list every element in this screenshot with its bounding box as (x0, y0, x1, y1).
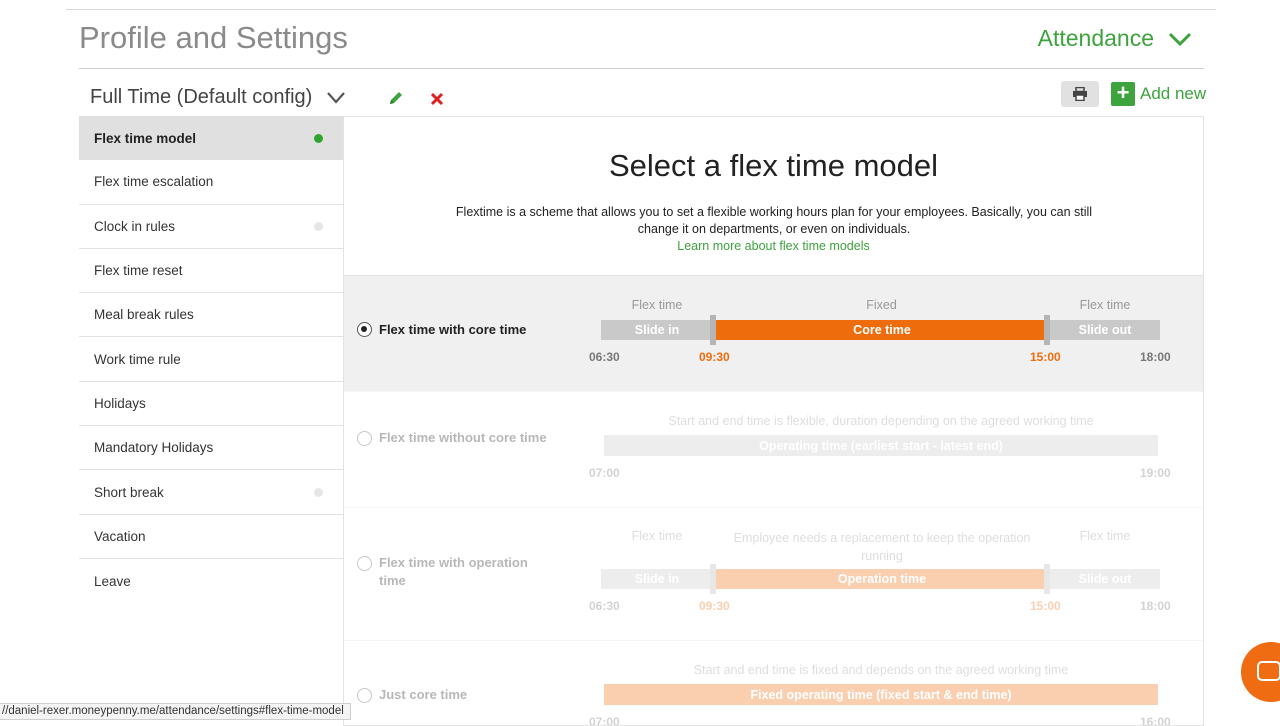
segment-heading: Employee needs a replacement to keep the… (733, 531, 1031, 563)
sidebar-item-vacation[interactable]: Vacation (79, 515, 343, 559)
time-label: 18:00 (1140, 599, 1171, 613)
sidebar-item-label: Flex time escalation (94, 174, 214, 190)
segment-heading: Flex time (631, 298, 683, 312)
radio-button[interactable] (357, 431, 372, 446)
radio-button[interactable] (357, 688, 372, 703)
sidebar-item-label: Mandatory Holidays (94, 440, 214, 456)
option-label: Flex time with core time (379, 322, 527, 337)
sidebar-item-flex-time-reset[interactable]: Flex time reset (79, 249, 343, 294)
drag-handle[interactable] (710, 315, 716, 345)
drag-handle[interactable] (1044, 315, 1050, 345)
option-flex-core[interactable]: Flex time with core time Flex time Fixed… (344, 275, 1203, 391)
add-new-button[interactable]: + Add new (1111, 82, 1206, 106)
sidebar-item-label: Flex time model (94, 130, 197, 146)
drag-handle[interactable] (710, 564, 716, 594)
slide-in-bar: Slide in (601, 320, 713, 340)
option-flex-operation[interactable]: Flex time with operation time Flex time … (344, 507, 1203, 640)
time-label: 07:00 (589, 466, 620, 480)
time-label: 19:00 (1140, 466, 1171, 480)
page-title: Profile and Settings (79, 20, 348, 55)
fixed-operating-time-bar: Fixed operating time (fixed start & end … (604, 684, 1158, 705)
sidebar-item-short-break[interactable]: Short break (79, 470, 343, 515)
learn-more-link[interactable]: Learn more about flex time models (344, 239, 1203, 253)
sidebar-item-clock-in-rules[interactable]: Clock in rules (79, 205, 343, 249)
top-divider (66, 9, 1216, 10)
sidebar-item-holidays[interactable]: Holidays (79, 382, 343, 427)
module-dropdown[interactable]: Attendance (1038, 25, 1192, 52)
sidebar-item-label: Vacation (94, 528, 146, 544)
sidebar-item-label: Meal break rules (94, 307, 194, 323)
sidebar-item-flex-time-model[interactable]: Flex time model (79, 116, 343, 161)
add-new-label: Add new (1140, 84, 1207, 103)
chevron-down-icon (327, 92, 346, 104)
header-divider (79, 68, 1204, 69)
panel-top-border (344, 116, 1203, 117)
segment-heading: Flex time (1079, 529, 1131, 543)
plus-icon: + (1111, 82, 1135, 106)
option-flex-no-core[interactable]: Flex time without core time Start and en… (344, 391, 1203, 507)
operating-time-bar: Operating time (earliest start - latest … (604, 435, 1158, 456)
sidebar-item-label: Work time rule (94, 351, 181, 367)
panel-description: Flextime is a scheme that allows you to … (455, 205, 1093, 236)
sidebar-item-mandatory-holidays[interactable]: Mandatory Holidays (79, 426, 343, 471)
time-label: 06:30 (589, 350, 620, 364)
segment-heading: Fixed (866, 298, 897, 312)
time-label: 15:00 (1030, 599, 1061, 613)
drag-handle[interactable] (1044, 564, 1050, 594)
option-just-core[interactable]: Just core time Start and end time is fix… (344, 640, 1203, 726)
slide-out-bar: Slide out (1050, 320, 1160, 340)
time-label: 06:30 (589, 599, 620, 613)
time-label: 16:00 (1140, 715, 1171, 726)
slide-out-bar: Slide out (1050, 569, 1160, 589)
segment-heading: Flex time (631, 529, 683, 543)
settings-sidebar: Flex time model Flex time escalation Clo… (79, 116, 343, 603)
status-dot (314, 134, 323, 144)
time-label: 07:00 (589, 715, 620, 726)
option-label: Flex time with operation time (379, 555, 528, 588)
sidebar-item-label: Short break (94, 484, 164, 500)
time-label: 09:30 (699, 350, 730, 364)
printer-icon (1073, 87, 1087, 101)
option-label: Just core time (379, 687, 468, 702)
sidebar-item-work-time-rule[interactable]: Work time rule (79, 337, 343, 382)
status-bar-url: //daniel-rexer.moneypenny.me/attendance/… (0, 703, 351, 720)
sidebar-item-label: Leave (94, 573, 131, 589)
module-dropdown-label: Attendance (1037, 25, 1154, 51)
operation-time-bar: Operation time (716, 569, 1048, 589)
chat-launcher[interactable] (1241, 642, 1280, 702)
sidebar-item-label: Flex time reset (94, 263, 183, 279)
radio-button[interactable] (357, 556, 372, 571)
option-label: Flex time without core time (379, 430, 547, 445)
config-dropdown[interactable]: Full Time (Default config) (90, 86, 346, 109)
time-label: 15:00 (1030, 350, 1061, 364)
status-dot (314, 488, 323, 498)
segment-heading: Flex time (1079, 298, 1131, 312)
chat-icon (1257, 661, 1280, 681)
radio-button[interactable] (357, 322, 372, 337)
print-button[interactable] (1061, 81, 1099, 107)
core-time-bar: Core time (716, 320, 1048, 340)
panel-title: Select a flex time model (608, 148, 939, 183)
status-dot (314, 222, 323, 232)
time-label: 18:00 (1140, 350, 1171, 364)
sidebar-item-leave[interactable]: Leave (79, 559, 343, 603)
chevron-down-icon (1168, 32, 1192, 46)
sidebar-item-label: Clock in rules (94, 218, 176, 234)
sidebar-item-meal-break-rules[interactable]: Meal break rules (79, 293, 343, 338)
sidebar-item-flex-time-escalation[interactable]: Flex time escalation (79, 160, 343, 205)
pencil-icon[interactable] (387, 89, 405, 107)
sidebar-item-label: Holidays (94, 395, 146, 411)
config-dropdown-label: Full Time (Default config) (90, 86, 313, 108)
time-label: 09:30 (699, 599, 730, 613)
segment-heading: Start and end time is fixed and depends … (693, 663, 1069, 677)
segment-heading: Start and end time is flexible, duration… (668, 414, 1094, 428)
flex-model-panel: Select a flex time model Flextime is a s… (343, 116, 1204, 726)
close-icon[interactable] (428, 90, 446, 108)
slide-in-bar: Slide in (601, 569, 713, 589)
